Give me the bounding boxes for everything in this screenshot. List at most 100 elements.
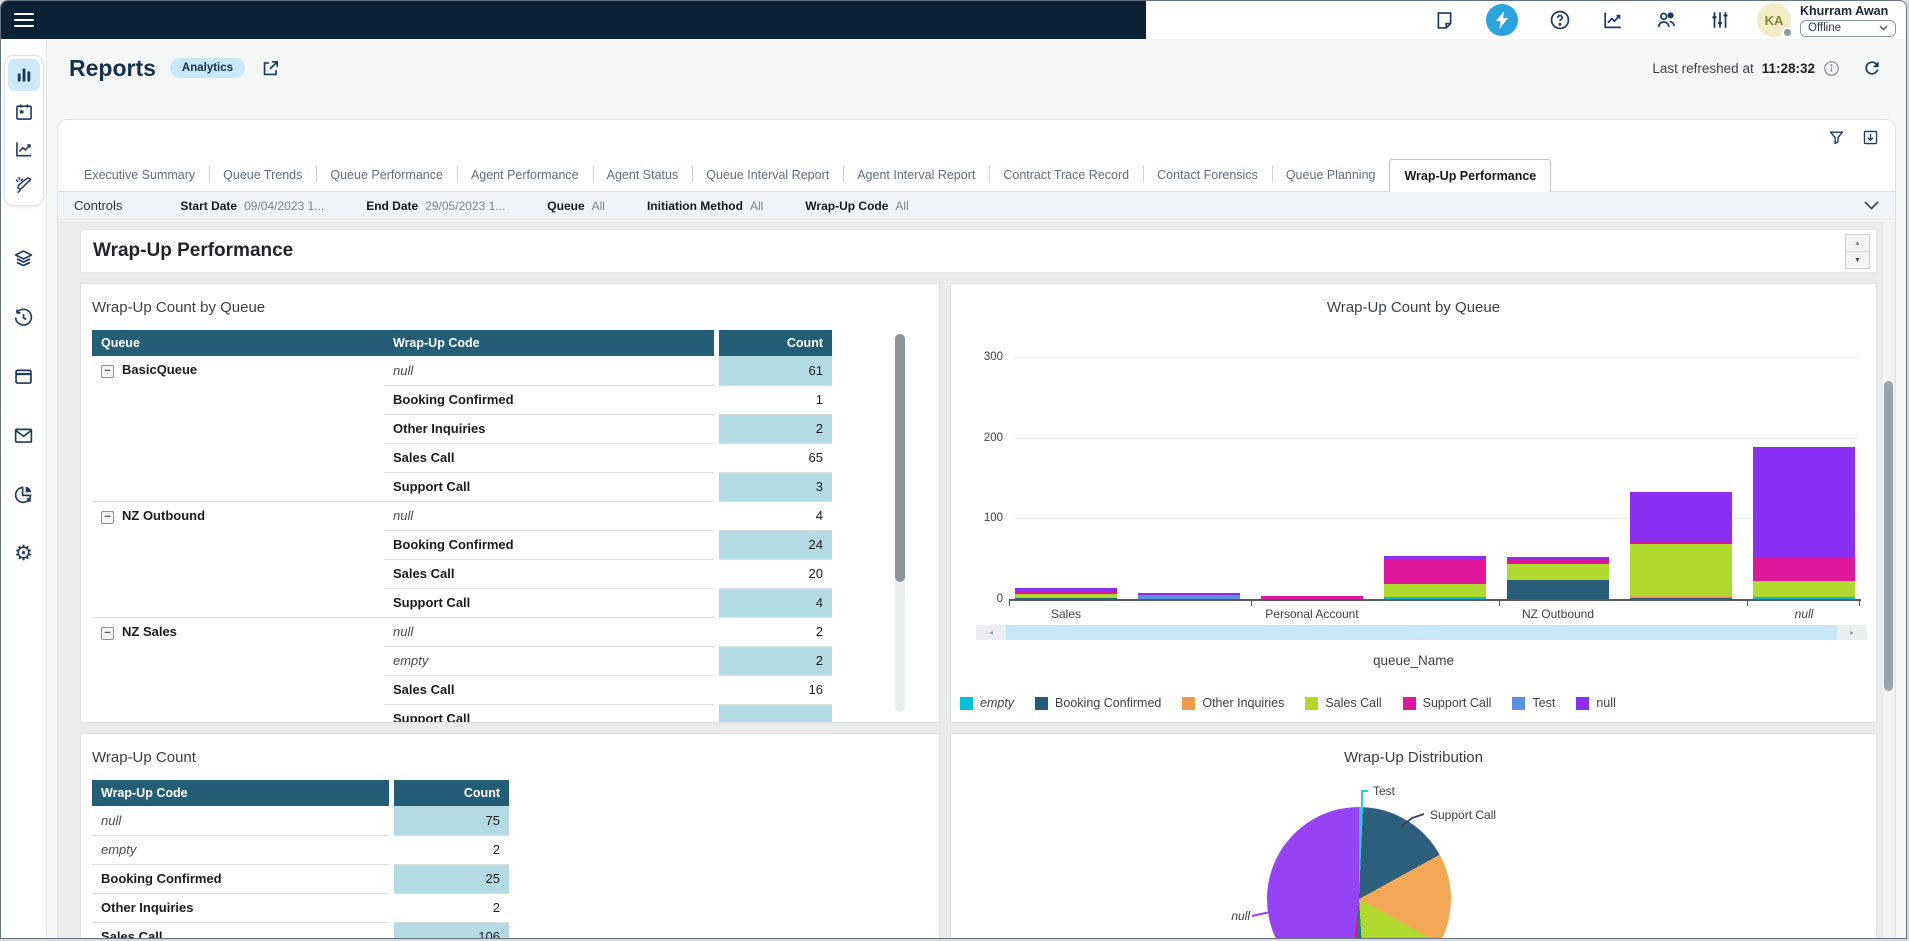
legend-item-sales-call[interactable]: Sales Call — [1305, 696, 1381, 710]
legend-item-booking-confirmed[interactable]: Booking Confirmed — [1035, 696, 1161, 710]
legend-swatch — [1512, 697, 1525, 710]
legend-item-null[interactable]: null — [1576, 696, 1615, 710]
app-window: KA Khurram Awan Offline ⚙ Reports — [0, 0, 1907, 939]
wrapup-code-cell: Booking Confirmed — [92, 864, 389, 893]
x-axis-label: Sales — [981, 607, 1151, 621]
legend-swatch — [960, 697, 973, 710]
help-icon[interactable] — [1549, 9, 1571, 31]
bar-segment-sales-call[interactable] — [1630, 544, 1732, 596]
sidebar-item-mail[interactable] — [8, 419, 40, 451]
stacked-bar[interactable] — [1507, 557, 1609, 599]
tab-queue-performance[interactable]: Queue Performance — [316, 159, 457, 191]
collapse-icon[interactable]: − — [101, 365, 114, 378]
stacked-bar[interactable] — [1753, 447, 1855, 599]
filter-end-date[interactable]: End Date29/05/2023 1... — [366, 199, 505, 213]
bar-segment-support-call[interactable] — [1753, 557, 1855, 581]
tab-contract-trace-record[interactable]: Contract Trace Record — [989, 159, 1143, 191]
tab-wrap-up-performance[interactable]: Wrap-Up Performance — [1389, 159, 1551, 192]
settings-sliders-icon[interactable] — [1709, 9, 1731, 31]
status-dot — [1782, 27, 1793, 38]
agents-icon[interactable] — [1655, 9, 1678, 31]
status-dropdown[interactable]: Offline — [1800, 20, 1896, 37]
y-tick-label: 300 — [963, 351, 1003, 363]
dashboard-scrollbar-thumb[interactable] — [1884, 381, 1893, 691]
tab-agent-status[interactable]: Agent Status — [593, 159, 693, 191]
column-header-wrapup-code[interactable]: Wrap-Up Code — [384, 330, 714, 356]
gridline — [1014, 357, 1859, 358]
sidebar-item-designer[interactable] — [8, 170, 40, 202]
sidebar-item-schedule[interactable] — [8, 96, 40, 128]
stacked-bar[interactable] — [1384, 556, 1486, 599]
tab-queue-planning[interactable]: Queue Planning — [1272, 159, 1390, 191]
filter-start-date[interactable]: Start Date09/04/2023 1... — [180, 199, 324, 213]
legend-item-test[interactable]: Test — [1512, 696, 1555, 710]
scrollbar-rail[interactable]: ⋯ — [1006, 625, 1837, 640]
sheet-title: Wrap-Up Performance — [81, 230, 1876, 272]
legend-label: Test — [1532, 696, 1555, 710]
legend-item-support-call[interactable]: Support Call — [1403, 696, 1492, 710]
filter-icon[interactable] — [1828, 129, 1845, 146]
sidebar-item-history[interactable] — [8, 301, 40, 333]
pie-callout-test: Test — [1373, 784, 1395, 798]
sidebar-item-windows[interactable] — [8, 360, 40, 392]
count-cell: 1 — [719, 385, 832, 414]
bar-segment-sales-call[interactable] — [1753, 581, 1855, 597]
count-cell: 4 — [719, 588, 832, 617]
quick-actions-icon[interactable] — [1486, 4, 1518, 36]
export-icon[interactable] — [1862, 129, 1879, 146]
scroll-up-icon[interactable]: ▲ — [1846, 235, 1869, 251]
collapse-icon[interactable]: − — [101, 511, 114, 524]
scroll-right-icon[interactable]: ▸ — [1837, 625, 1867, 640]
column-header-count[interactable]: Count — [394, 780, 509, 806]
legend-item-empty[interactable]: empty — [960, 696, 1014, 710]
bar-segment-null[interactable] — [1630, 492, 1732, 542]
tab-queue-trends[interactable]: Queue Trends — [209, 159, 316, 191]
avatar[interactable]: KA — [1757, 3, 1791, 37]
table-scrollbar-thumb[interactable] — [895, 334, 905, 582]
column-header-queue[interactable]: Queue — [92, 330, 384, 356]
tab-contact-forensics[interactable]: Contact Forensics — [1143, 159, 1272, 191]
hamburger-menu-icon[interactable] — [14, 12, 34, 28]
bar-segment-null[interactable] — [1753, 447, 1855, 558]
wrapup-code-cell: null — [384, 356, 714, 385]
x-axis-tick — [1009, 601, 1010, 606]
wrapup-code-cell: Sales Call — [384, 559, 714, 588]
count-cell: 3 — [719, 472, 832, 501]
tab-agent-performance[interactable]: Agent Performance — [457, 159, 593, 191]
sidebar-item-reports[interactable] — [8, 59, 40, 91]
column-header-wrapup-code[interactable]: Wrap-Up Code — [92, 780, 389, 806]
sidebar-item-settings[interactable]: ⚙ — [8, 537, 40, 569]
pie-chart[interactable] — [1267, 807, 1451, 938]
x-axis-label: null — [1719, 607, 1877, 621]
bar-segment-booking-confirmed[interactable] — [1507, 580, 1609, 599]
filter-queue[interactable]: QueueAll — [547, 199, 605, 213]
metrics-icon[interactable] — [1602, 9, 1624, 31]
column-header-count[interactable]: Count — [719, 330, 832, 356]
scroll-left-icon[interactable]: ◂ — [976, 625, 1006, 640]
stacked-bar[interactable] — [1630, 492, 1732, 599]
stacked-bar[interactable] — [1015, 588, 1117, 599]
sidebar-item-metrics[interactable] — [8, 133, 40, 165]
notes-icon[interactable] — [1434, 10, 1455, 31]
bar-segment-sales-call[interactable] — [1507, 564, 1609, 580]
scroll-down-icon[interactable]: ▼ — [1846, 251, 1869, 268]
filter-wrap-up-code[interactable]: Wrap-Up CodeAll — [805, 199, 908, 213]
bar-segment-sales-call[interactable] — [1384, 584, 1486, 598]
legend-item-other-inquiries[interactable]: Other Inquiries — [1182, 696, 1284, 710]
wrapup-code-cell: Support Call — [384, 472, 714, 501]
filter-initiation-method[interactable]: Initiation MethodAll — [647, 199, 763, 213]
tab-queue-interval-report[interactable]: Queue Interval Report — [692, 159, 843, 191]
wrapup-code-cell: Sales Call — [92, 922, 389, 938]
collapse-icon[interactable]: − — [101, 627, 114, 640]
sidebar-item-flows[interactable] — [8, 242, 40, 274]
chart-legend: empty Booking Confirmed Other Inquiries Sal… — [960, 696, 1870, 710]
info-icon[interactable] — [1823, 60, 1840, 77]
sidebar-item-sessions[interactable] — [8, 478, 40, 510]
table-scrollbar — [895, 334, 905, 712]
controls-collapse-chevron-icon[interactable] — [1864, 201, 1879, 210]
open-external-icon[interactable] — [261, 59, 280, 78]
refresh-icon[interactable] — [1862, 58, 1882, 78]
bar-segment-support-call[interactable] — [1384, 559, 1486, 584]
tab-executive-summary[interactable]: Executive Summary — [70, 159, 209, 191]
tab-agent-interval-report[interactable]: Agent Interval Report — [843, 159, 989, 191]
